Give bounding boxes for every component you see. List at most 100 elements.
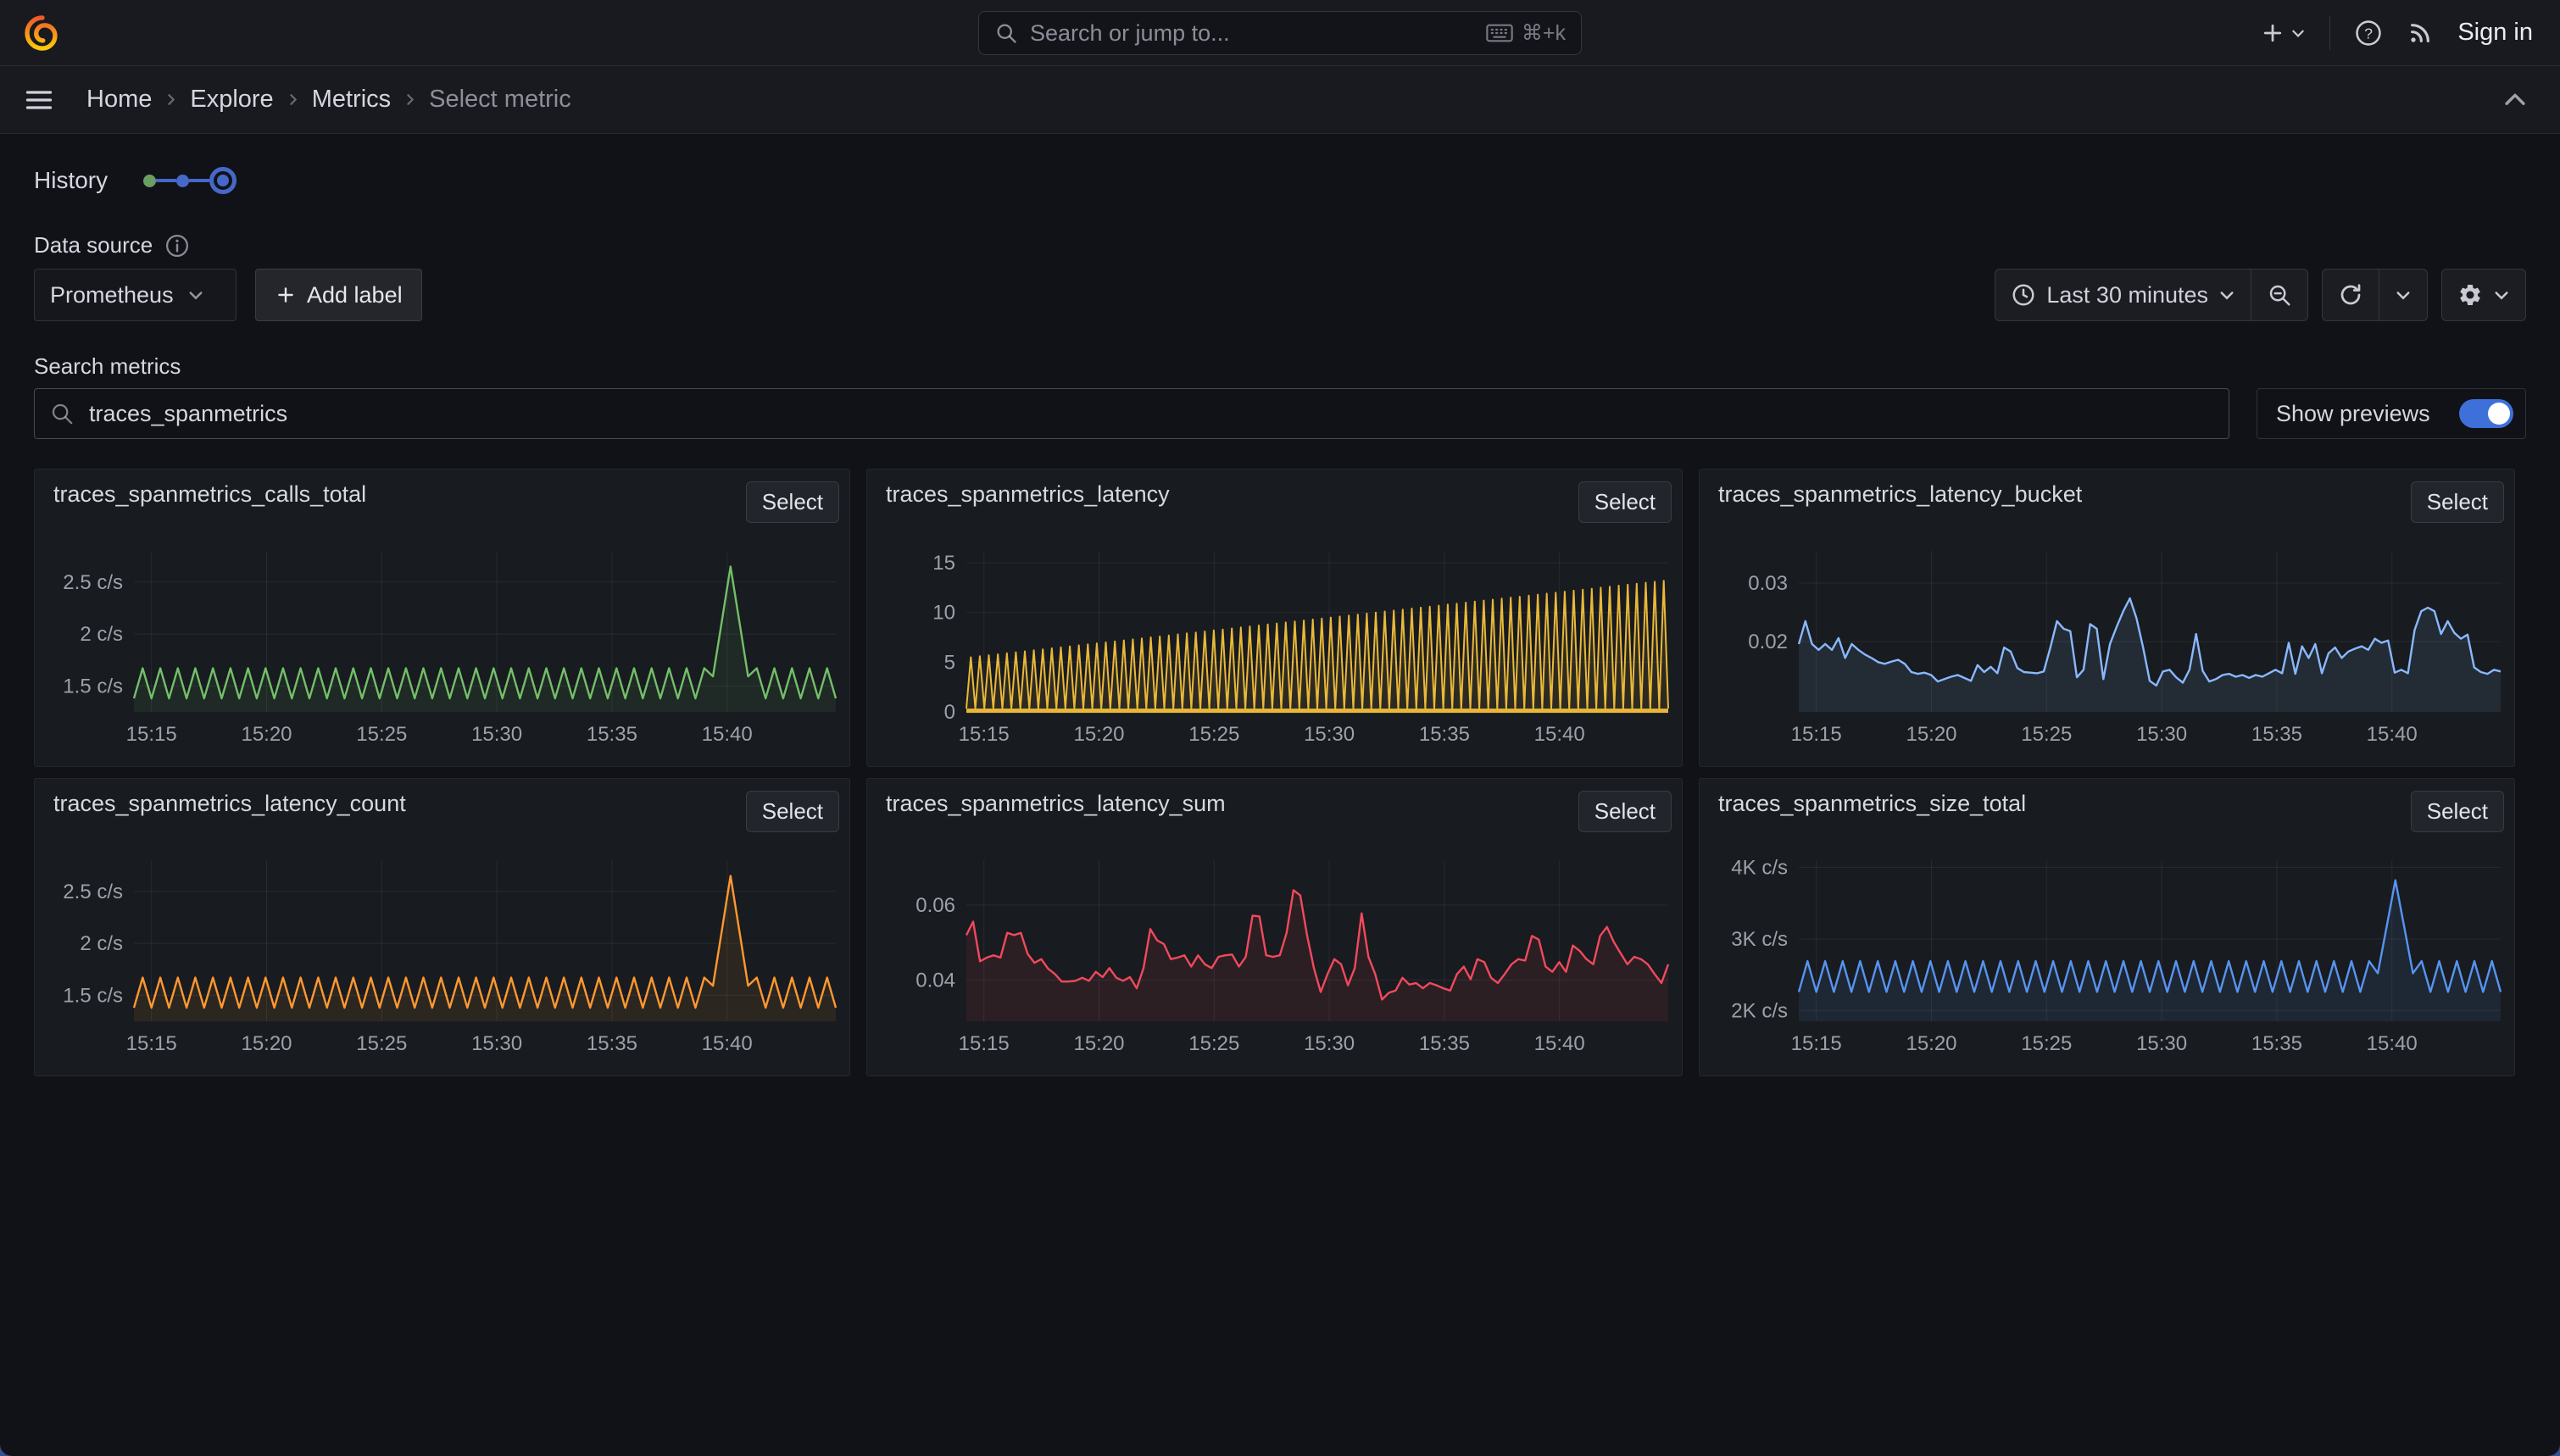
help-icon[interactable]: ? — [2354, 19, 2383, 47]
metric-preview-chart: 0.040.0615:1515:2015:2515:3015:3515:40 — [867, 828, 1683, 1076]
history-label: History — [34, 167, 108, 194]
svg-text:15:20: 15:20 — [1906, 1032, 1956, 1055]
mega-menu-icon[interactable] — [24, 85, 54, 115]
breadcrumb-bar: Home Explore Metrics Select metric — [0, 66, 2560, 134]
panel-header: traces_spanmetrics_latency_bucket Select — [1700, 470, 2514, 519]
breadcrumb-home[interactable]: Home — [86, 86, 152, 114]
metric-preview-chart: 2K c/s3K c/s4K c/s15:1515:2015:2515:3015… — [1700, 828, 2515, 1076]
svg-text:5: 5 — [944, 651, 955, 674]
metric-panel: traces_spanmetrics_latency_sum Select 0.… — [866, 778, 1683, 1076]
svg-text:15:15: 15:15 — [126, 723, 177, 746]
select-metric-button[interactable]: Select — [2411, 481, 2504, 523]
grafana-logo-icon[interactable] — [22, 13, 63, 53]
svg-text:0: 0 — [944, 701, 955, 724]
history-connector — [156, 179, 176, 182]
divider — [2329, 16, 2330, 50]
history-current-step[interactable] — [209, 167, 237, 194]
sign-in-link[interactable]: Sign in — [2457, 19, 2533, 47]
svg-text:0.03: 0.03 — [1748, 572, 1788, 595]
metric-panel: traces_spanmetrics_latency_bucket Select… — [1699, 469, 2515, 767]
select-metric-button[interactable]: Select — [1578, 481, 1672, 523]
select-metric-button[interactable]: Select — [1578, 791, 1672, 832]
panel-title: traces_spanmetrics_latency_count — [53, 791, 406, 817]
add-label-button[interactable]: Add label — [255, 269, 422, 321]
zoom-out-icon — [2267, 282, 2292, 308]
svg-text:0.02: 0.02 — [1748, 631, 1788, 653]
top-nav-bar: Search or jump to... ⌘+k ? Sign in — [0, 0, 2560, 66]
panel-header: traces_spanmetrics_latency_sum Select — [867, 779, 1682, 828]
zoom-out-button[interactable] — [2251, 270, 2307, 320]
select-metric-button[interactable]: Select — [2411, 791, 2504, 832]
svg-text:1.5 c/s: 1.5 c/s — [63, 675, 123, 697]
metric-panel: traces_spanmetrics_size_total Select 2K … — [1699, 778, 2515, 1076]
panel-header: traces_spanmetrics_calls_total Select — [35, 470, 849, 519]
panel-title: traces_spanmetrics_latency — [886, 481, 1170, 508]
metric-search-input[interactable] — [34, 388, 2229, 439]
datasource-picker[interactable]: Prometheus — [34, 269, 237, 321]
breadcrumb-metrics[interactable]: Metrics — [312, 86, 391, 114]
history-timeline[interactable] — [143, 167, 237, 194]
svg-text:15:30: 15:30 — [1304, 723, 1355, 746]
panel-header: traces_spanmetrics_size_total Select — [1700, 779, 2514, 828]
settings-group — [2441, 269, 2526, 321]
svg-text:0.06: 0.06 — [915, 894, 955, 917]
time-controls: Last 30 minutes — [1995, 269, 2526, 321]
history-step-dot[interactable] — [143, 175, 156, 187]
svg-text:15:20: 15:20 — [1073, 1032, 1124, 1055]
explore-metrics-content: History Data source Prometheus — [0, 166, 2560, 1076]
search-icon — [49, 401, 75, 426]
history-row: History — [34, 166, 2526, 195]
keyboard-icon — [1486, 24, 1513, 42]
svg-text:15:40: 15:40 — [1534, 723, 1585, 746]
search-metrics-label: Search metrics — [34, 353, 2526, 380]
select-metric-button[interactable]: Select — [746, 481, 839, 523]
chevron-down-icon — [2290, 25, 2306, 41]
news-rss-icon[interactable] — [2407, 19, 2434, 47]
panel-title: traces_spanmetrics_calls_total — [53, 481, 366, 508]
svg-text:2.5 c/s: 2.5 c/s — [63, 571, 123, 594]
controls-row: Prometheus Add label Last 30 minutes — [34, 269, 2526, 321]
svg-text:15:15: 15:15 — [1791, 1032, 1842, 1055]
grafana-app: Search or jump to... ⌘+k ? Sign in — [0, 0, 2560, 1456]
svg-text:15:25: 15:25 — [2021, 723, 2072, 746]
time-range-button[interactable]: Last 30 minutes — [1995, 270, 2251, 320]
svg-text:2.5 c/s: 2.5 c/s — [63, 881, 123, 903]
svg-text:15:15: 15:15 — [1791, 723, 1842, 746]
svg-text:15:35: 15:35 — [587, 723, 637, 746]
chevron-right-icon — [403, 92, 417, 107]
select-metric-button[interactable]: Select — [746, 791, 839, 832]
svg-text:15:40: 15:40 — [1534, 1032, 1585, 1055]
datasource-value: Prometheus — [50, 282, 174, 308]
panel-title: traces_spanmetrics_size_total — [1718, 791, 2026, 817]
svg-text:15:40: 15:40 — [702, 723, 753, 746]
global-search-box[interactable]: Search or jump to... ⌘+k — [978, 11, 1582, 55]
chevron-down-icon — [2395, 286, 2412, 303]
show-previews-toggle[interactable] — [2459, 399, 2513, 428]
search-icon — [994, 21, 1018, 45]
svg-text:15:20: 15:20 — [1073, 723, 1124, 746]
svg-text:15:15: 15:15 — [959, 1032, 1010, 1055]
svg-text:15:20: 15:20 — [1906, 723, 1956, 746]
svg-text:0.04: 0.04 — [915, 969, 955, 992]
svg-text:4K c/s: 4K c/s — [1731, 856, 1788, 879]
metric-panel: traces_spanmetrics_latency Select 0 5 10 15… — [866, 469, 1683, 767]
svg-text:3K c/s: 3K c/s — [1731, 928, 1788, 951]
history-step-dot[interactable] — [176, 175, 189, 187]
show-previews-label: Show previews — [2276, 401, 2430, 427]
new-menu-button[interactable] — [2260, 20, 2306, 46]
svg-text:15: 15 — [932, 552, 955, 575]
svg-text:2K c/s: 2K c/s — [1731, 999, 1788, 1022]
svg-text:2 c/s: 2 c/s — [80, 932, 123, 955]
refresh-interval-dropdown[interactable] — [2379, 270, 2427, 320]
refresh-icon — [2338, 282, 2363, 308]
breadcrumb-select-metric: Select metric — [429, 86, 571, 114]
keyboard-shortcut-hint: ⌘+k — [1486, 20, 1566, 46]
settings-button[interactable] — [2442, 270, 2525, 320]
svg-text:10: 10 — [932, 602, 955, 625]
refresh-button[interactable] — [2323, 270, 2379, 320]
breadcrumb-explore[interactable]: Explore — [190, 86, 273, 114]
info-icon[interactable] — [164, 233, 190, 258]
svg-text:15:25: 15:25 — [356, 1032, 407, 1055]
chevron-up-icon[interactable] — [2501, 86, 2529, 114]
svg-text:15:40: 15:40 — [2367, 723, 2418, 746]
